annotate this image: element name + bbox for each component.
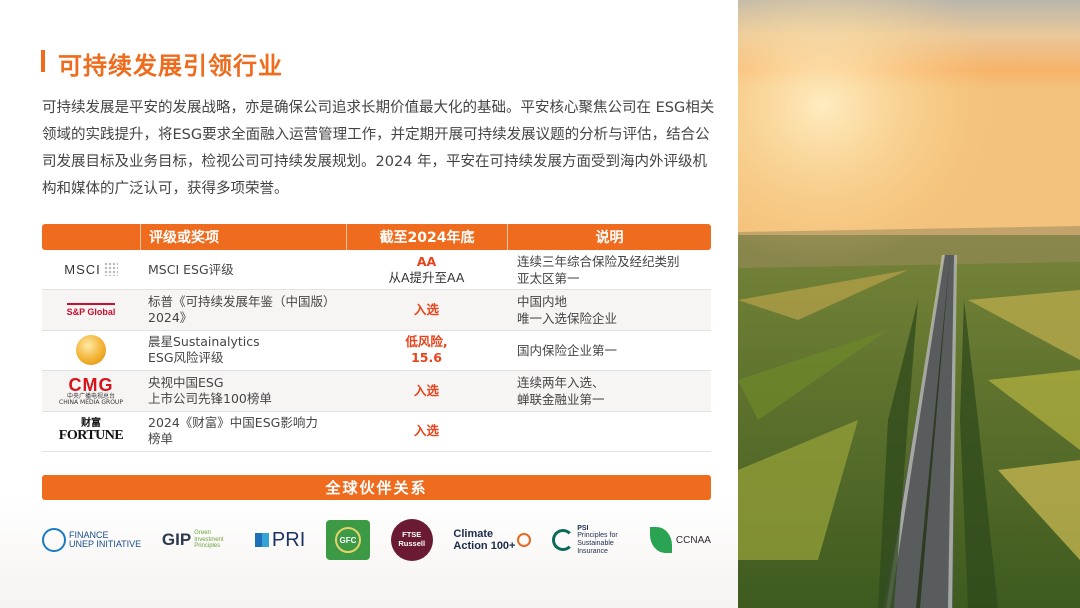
gfc-logo: GFC [325, 520, 370, 560]
table-row: S&P Global 标普《可持续发展年鉴（中国版） 2024》 入选 中国内地唯… [42, 290, 711, 331]
leaf-icon [649, 527, 672, 553]
content-panel: 可持续发展引领行业 可持续发展是平安的发展战略，亦是确保公司追求长期价值最大化的… [0, 0, 738, 608]
unep-fi-logo: FINANCE UNEP INITIATIVE [42, 528, 141, 552]
gip-logo: GIP Green Investment Principles [161, 530, 224, 550]
table-row: 晨星Sustainalytics ESG风险评级 低风险, 15.6 国内保险企业第… [42, 331, 711, 372]
award-cell: 央视中国ESG 上市公司先锋100榜单 [148, 374, 272, 406]
result-cell: 入选 [413, 423, 439, 439]
note-cell: 连续两年入选、 蝉联金融业第一 [517, 374, 605, 407]
intro-paragraph: 可持续发展是平安的发展战略，亦是确保公司追求长期价值最大化的基础。平安核心聚焦公… [42, 100, 715, 197]
awards-table: 评级或奖项 截至2024年底 说明 MSCI MSCI ESG评级 AA 从A提升… [42, 224, 711, 452]
highway-landscape-image [738, 0, 1080, 608]
result-cell: 低风险, 15.6 [405, 334, 448, 366]
globe-icon [42, 528, 66, 552]
award-cell: 2024《财富》中国ESG影响力 榜单 [148, 415, 318, 447]
title-accent-bar [41, 50, 45, 72]
header-result: 截至2024年底 [346, 224, 507, 250]
sp-global-logo: S&P Global [42, 290, 140, 329]
msci-logo: MSCI [42, 250, 140, 289]
result-cell: AA 从A提升至AA [388, 253, 465, 285]
coin-icon [76, 335, 106, 366]
header-logo-col [42, 224, 140, 250]
result-cell: 入选 [413, 382, 439, 398]
header-award: 评级或奖项 [140, 224, 346, 250]
highway-photo [738, 0, 1080, 608]
ccnaa-logo: CCNAA [649, 527, 711, 553]
table-row: 财富 FORTUNE 2024《财富》中国ESG影响力 榜单 入选 [42, 412, 711, 452]
partners-heading: 全球伙伴关系 [42, 475, 711, 500]
award-cell: 标普《可持续发展年鉴（中国版） 2024》 [148, 294, 336, 326]
result-cell: 入选 [413, 302, 439, 318]
pri-mark-icon [254, 533, 269, 547]
note-cell [507, 412, 711, 451]
cmg-logo: CMG 中央广播电视总台 CHINA MEDIA GROUP [59, 374, 123, 406]
header-note: 说明 [507, 224, 711, 250]
table-row: CMG 中央广播电视总台 CHINA MEDIA GROUP 央视中国ESG 上市公司… [42, 371, 711, 412]
award-cell: MSCI ESG评级 [148, 261, 234, 277]
award-cell: 晨星Sustainalytics ESG风险评级 [148, 334, 260, 366]
psi-logo: PSI Principles for Sustainable Insurance [552, 525, 629, 556]
fortune-logo: 财富 FORTUNE [58, 418, 124, 444]
table-header: 评级或奖项 截至2024年底 说明 [42, 224, 711, 250]
table-row: MSCI MSCI ESG评级 AA 从A提升至AA 连续三年综合保险及经纪类别亚… [42, 250, 711, 291]
ring-icon [517, 533, 532, 547]
ftse-russell-logo: FTSE Russell [390, 519, 433, 561]
page-title: 可持续发展引领行业 [58, 52, 283, 80]
swirl-icon [552, 529, 575, 551]
note-cell: 连续三年综合保险及经纪类别 亚太区第一 [517, 253, 680, 286]
note-cell: 国内保险企业第一 [517, 342, 618, 358]
climate-action-logo: Climate Action 100+ [453, 528, 532, 552]
morningstar-logo [42, 331, 140, 370]
note-cell: 中国内地 唯一入选保险企业 [517, 294, 618, 327]
pri-logo: PRI [254, 529, 305, 552]
partner-logos: FINANCE UNEP INITIATIVE GIP Green Investme… [42, 512, 711, 568]
